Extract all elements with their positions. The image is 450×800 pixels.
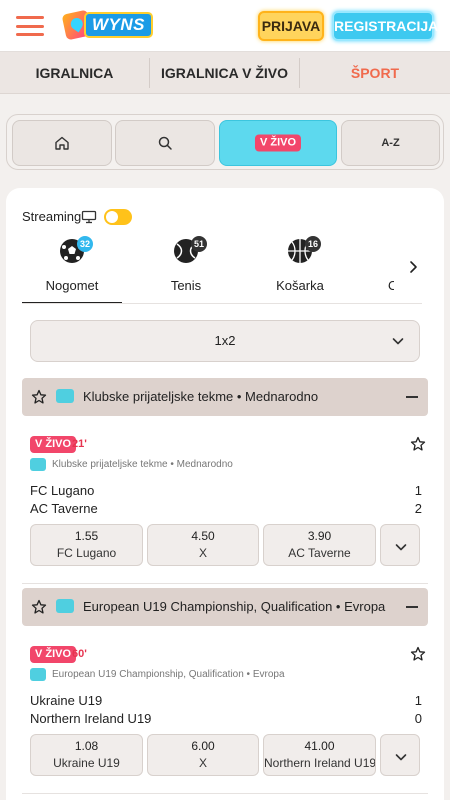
star-icon[interactable] (410, 646, 426, 662)
home-team-row: FC Lugano 1 (30, 482, 422, 500)
streaming-toggle[interactable] (104, 209, 132, 225)
home-team-row: Ukraine U19 1 (30, 692, 422, 710)
away-score: 0 (414, 711, 422, 726)
match-minute: 60' (72, 648, 87, 660)
sport-label: Tenis (170, 278, 202, 293)
chevron-right-icon[interactable] (408, 260, 418, 274)
logo[interactable]: WYNS (61, 9, 153, 42)
away-team: Northern Ireland U19 (30, 711, 152, 726)
away-team: AC Taverne (30, 501, 98, 516)
league-title: European U19 Championship, Qualification… (83, 599, 386, 614)
az-filter-button[interactable]: A-Z (341, 120, 440, 166)
live-badge: V ŽIVO (254, 134, 302, 152)
odd-label: Ukraine U19 (53, 756, 120, 770)
home-icon (55, 136, 69, 150)
sport-count-badge: 32 (77, 236, 93, 252)
odd-button-home[interactable]: 1.08 Ukraine U19 (30, 734, 143, 776)
monitor-icon (81, 210, 97, 224)
odd-value: 3.90 (307, 529, 332, 543)
odd-button-home[interactable]: 1.55 FC Lugano (30, 524, 143, 566)
odd-label: X (198, 756, 207, 770)
live-badge: V ŽIVO (30, 436, 77, 453)
chevron-down-icon (395, 544, 407, 551)
odd-value: 41.00 (304, 739, 335, 753)
sports-card: Streaming 32 Nogomet 51 Tenis 16 Košarka… (6, 188, 444, 800)
chevron-down-icon (392, 338, 404, 345)
sport-tab-football[interactable]: 32 Nogomet (22, 232, 122, 304)
globe-icon (30, 668, 46, 681)
more-markets-button[interactable] (380, 734, 420, 776)
az-label: A-Z (381, 137, 400, 149)
away-team-row: AC Taverne 2 (30, 500, 422, 518)
globe-icon (56, 389, 74, 403)
search-icon (158, 136, 172, 150)
section-divider (22, 583, 428, 584)
odd-label: AC Taverne (288, 546, 351, 560)
home-score: 1 (414, 693, 422, 708)
odd-value: 6.00 (191, 739, 215, 753)
competition-label: Klubske prijateljske tekme • Mednarodno (52, 459, 233, 470)
odd-value: 1.08 (74, 739, 99, 753)
away-team-row: Northern Ireland U19 0 (30, 710, 422, 728)
odd-label: Northern Ireland U19 (264, 756, 376, 770)
search-filter-button[interactable] (115, 120, 215, 166)
sports-tabs: 32 Nogomet 51 Tenis 16 Košarka O (6, 232, 444, 304)
collapse-icon[interactable] (406, 396, 418, 398)
league-header[interactable]: European U19 Championship, Qualification… (22, 588, 428, 626)
main-nav: IGRALNICA IGRALNICA V ŽIVO ŠPORT (0, 52, 450, 94)
league-title: Klubske prijateljske tekme • Mednarodno (83, 389, 319, 404)
sport-count-badge: 51 (191, 236, 207, 252)
odd-label: X (198, 546, 207, 560)
sports-divider (22, 303, 422, 304)
odd-label: FC Lugano (56, 546, 117, 560)
match-card[interactable]: V ŽIVO 21' Klubske prijateljske tekme • … (22, 436, 428, 566)
sport-tab-basketball[interactable]: 16 Košarka (250, 232, 350, 304)
more-markets-button[interactable] (380, 524, 420, 566)
odd-value: 1.55 (74, 529, 99, 543)
sport-label: Nogomet (45, 278, 99, 293)
odd-button-draw[interactable]: 4.50 X (147, 524, 259, 566)
section-divider (22, 793, 428, 794)
star-icon[interactable] (31, 389, 47, 405)
sport-tab-other[interactable]: O (364, 232, 394, 304)
match-minute: 21' (72, 438, 87, 450)
market-selected-value: 1x2 (214, 333, 236, 348)
sport-label: Košarka (276, 278, 324, 293)
logo-text: WYNS (84, 12, 153, 38)
nav-casino[interactable]: IGRALNICA (0, 52, 149, 94)
collapse-icon[interactable] (406, 606, 418, 608)
login-button[interactable]: PRIJAVA (258, 11, 324, 41)
chevron-down-icon (395, 754, 407, 761)
match-card[interactable]: V ŽIVO 60' European U19 Championship, Qu… (22, 646, 428, 776)
live-filter-button[interactable]: V ŽIVO (219, 120, 337, 166)
nav-live-casino[interactable]: IGRALNICA V ŽIVO (150, 52, 299, 94)
home-team: FC Lugano (30, 483, 95, 498)
nav-sport[interactable]: ŠPORT (300, 52, 450, 94)
globe-icon (56, 599, 74, 613)
filter-bar: V ŽIVO A-Z (6, 114, 444, 170)
sport-count-badge: 16 (305, 236, 321, 252)
sport-tab-tennis[interactable]: 51 Tenis (136, 232, 236, 304)
star-icon[interactable] (31, 599, 47, 615)
competition-label: European U19 Championship, Qualification… (52, 669, 285, 680)
home-team: Ukraine U19 (30, 693, 103, 708)
odd-button-draw[interactable]: 6.00 X (147, 734, 259, 776)
register-button[interactable]: REGISTRACIJA (332, 11, 438, 41)
league-header[interactable]: Klubske prijateljske tekme • Mednarodno (22, 378, 428, 416)
odd-button-away[interactable]: 3.90 AC Taverne (263, 524, 376, 566)
live-badge: V ŽIVO (30, 646, 77, 663)
away-score: 2 (414, 501, 422, 516)
home-score: 1 (414, 483, 422, 498)
odd-button-away[interactable]: 41.00 Northern Ireland U19 (263, 734, 376, 776)
star-icon[interactable] (410, 436, 426, 452)
streaming-label: Streaming (22, 209, 82, 224)
home-filter-button[interactable] (12, 120, 112, 166)
odd-value: 4.50 (191, 529, 215, 543)
sport-label: O (388, 278, 394, 293)
top-bar: WYNS PRIJAVA REGISTRACIJA (0, 0, 450, 52)
menu-icon[interactable] (16, 14, 44, 38)
globe-icon (30, 458, 46, 471)
market-select[interactable]: 1x2 (30, 320, 420, 362)
